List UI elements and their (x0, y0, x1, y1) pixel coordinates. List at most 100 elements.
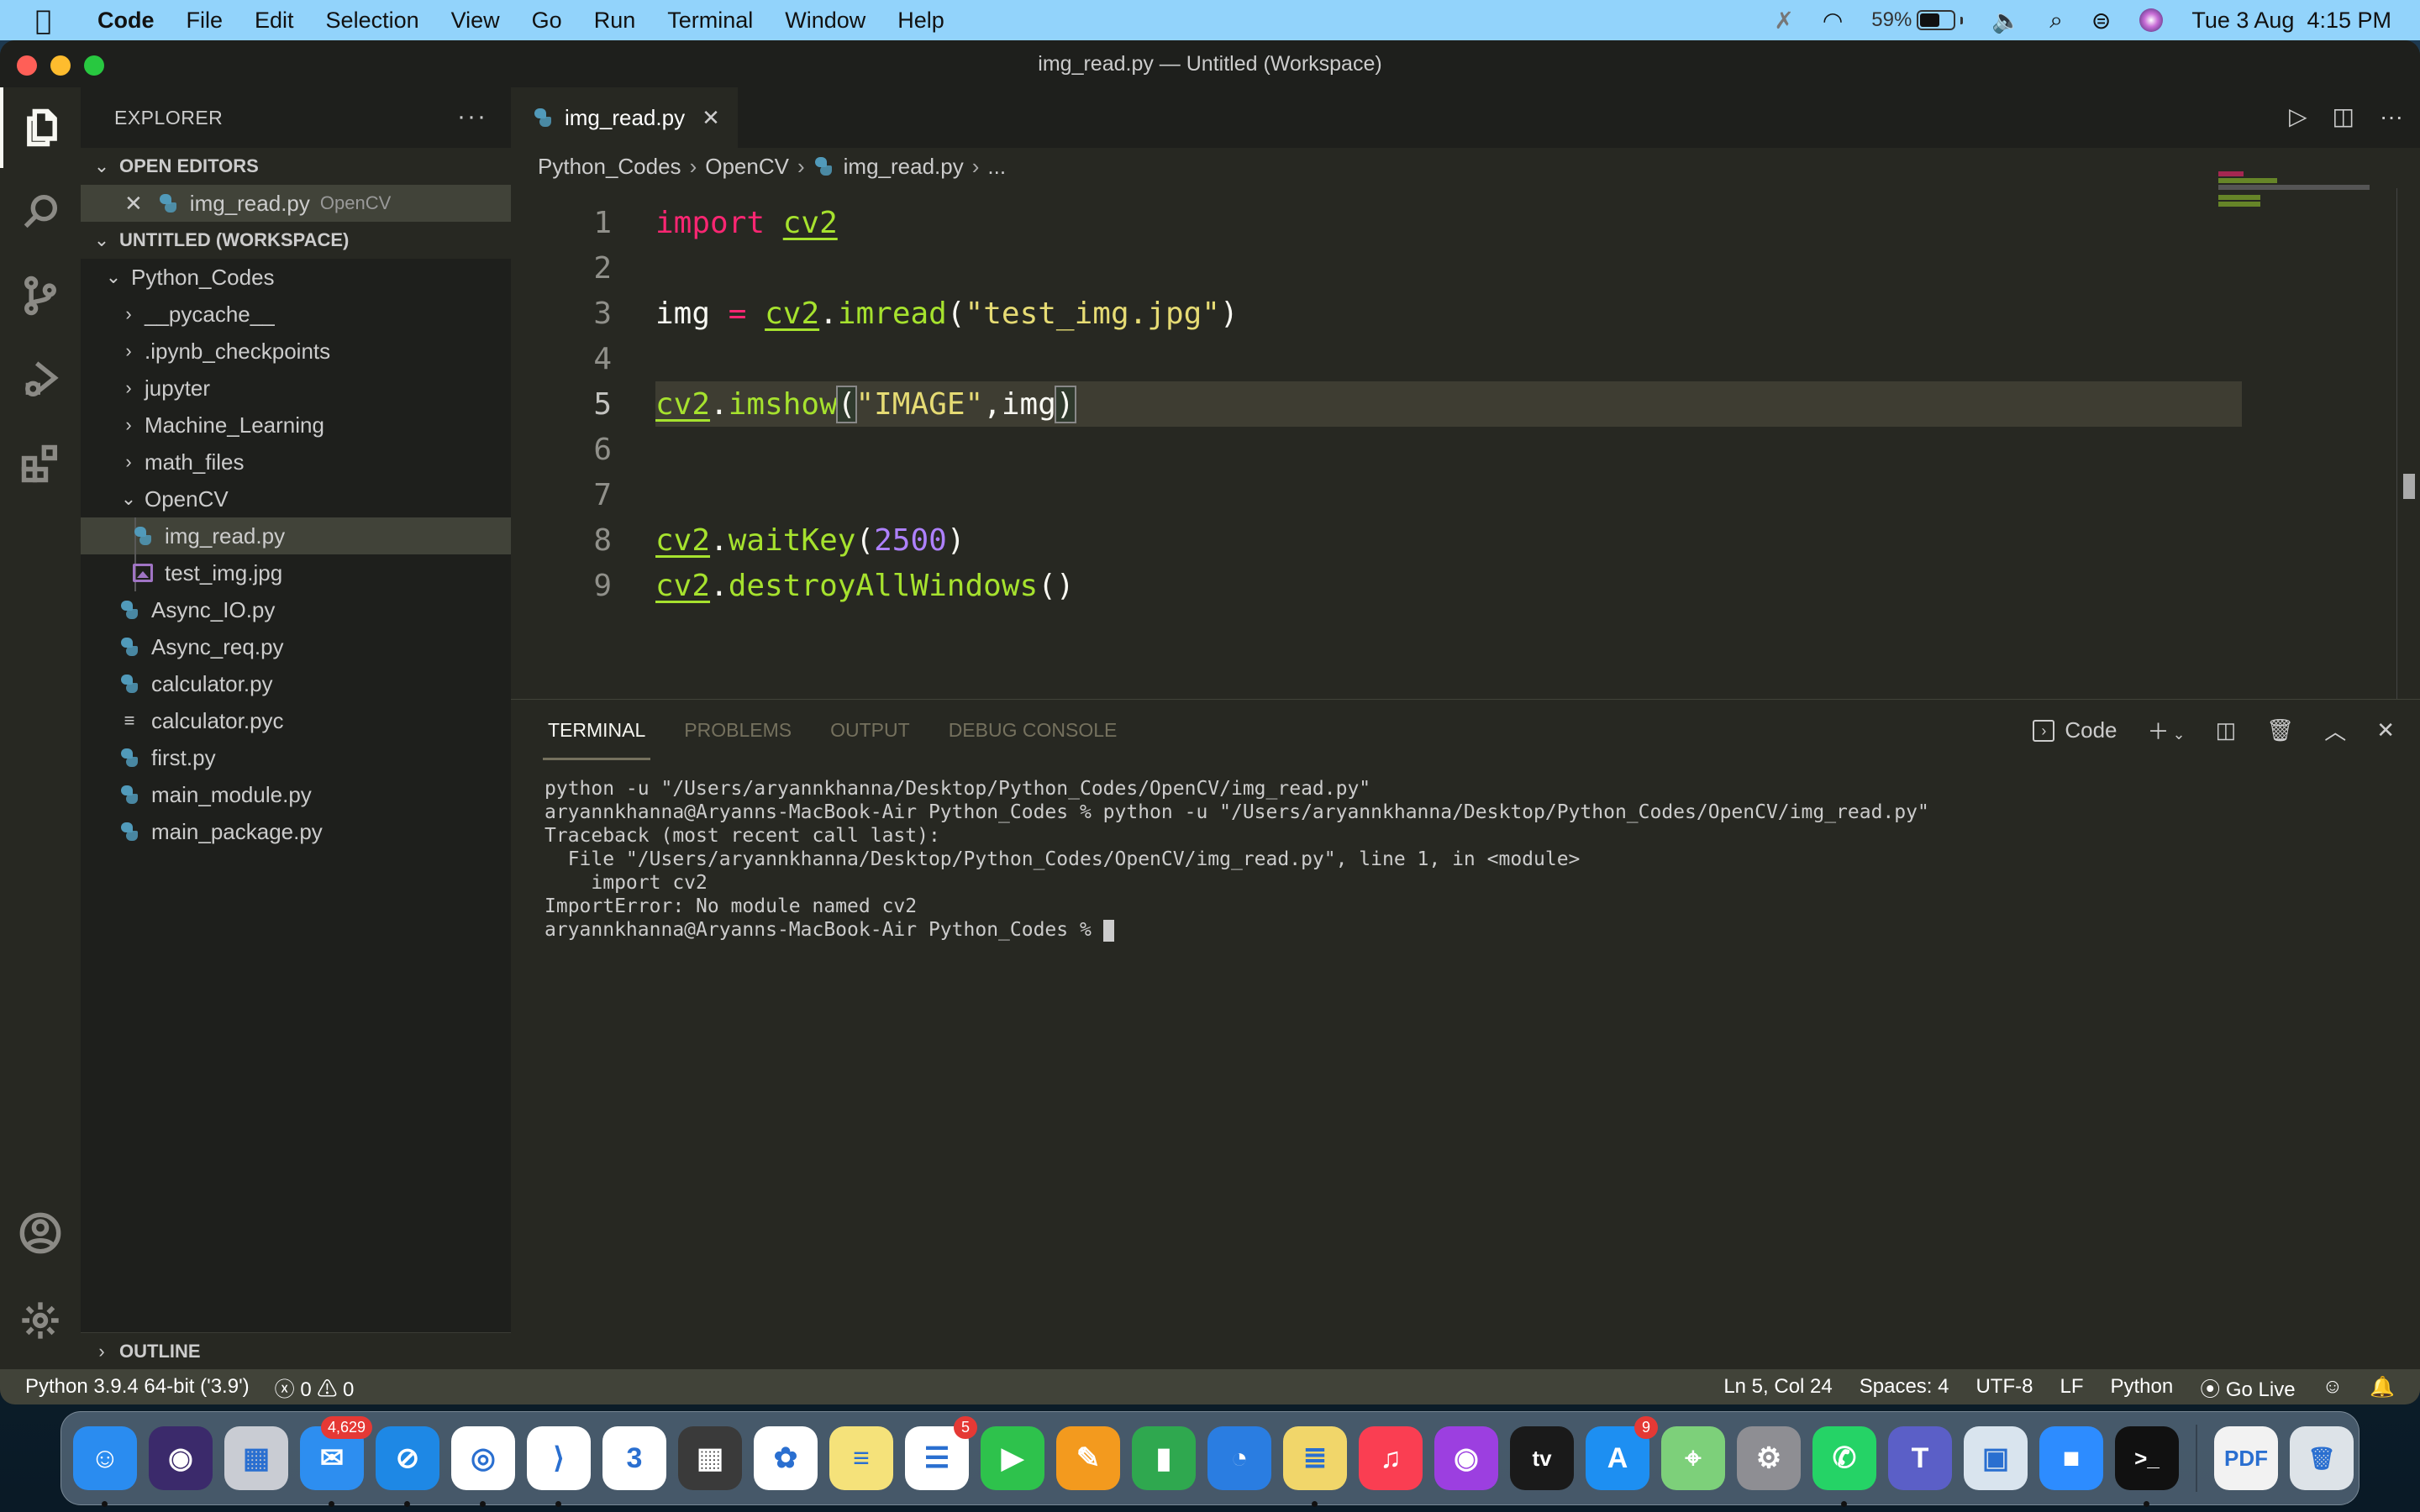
dock-app-mail[interactable]: ✉ 4,629 (300, 1416, 372, 1507)
tree-folder[interactable]: › jupyter (81, 370, 511, 407)
dock-app-podcasts[interactable]: ◉ (1434, 1426, 1498, 1490)
spotlight-search-icon[interactable]: ⌕ (2049, 7, 2063, 34)
breadcrumb-item[interactable]: ... (987, 154, 1006, 180)
tab-debug-console[interactable]: DEBUG CONSOLE (949, 719, 1118, 742)
more-actions-icon[interactable]: ··· (457, 102, 487, 131)
tab-terminal[interactable]: TERMINAL (542, 719, 651, 760)
menu-view[interactable]: View (451, 8, 500, 34)
tree-folder[interactable]: › .ipynb_checkpoints (81, 333, 511, 370)
new-terminal-icon[interactable]: ＋ ⌄ (2147, 715, 2185, 746)
dock-app-app-store[interactable]: A9 (1586, 1416, 1658, 1490)
overview-ruler[interactable] (2396, 188, 2420, 701)
tree-file[interactable]: calculator.py (81, 665, 511, 702)
dock-app-visual-studio-code[interactable]: ⟩ (527, 1426, 591, 1507)
dock-app-photos[interactable]: ✿ (754, 1426, 818, 1490)
minimize-window-button[interactable] (50, 55, 71, 76)
tree-file-selected[interactable]: img_read.py (81, 517, 511, 554)
notifications-bell-icon[interactable]: 🔔 (2370, 1375, 2395, 1399)
tree-file[interactable]: Async_req.py (81, 628, 511, 665)
dock-app-pages[interactable]: ✎ (1056, 1426, 1120, 1490)
dock-app-stickies[interactable]: ≣ (1283, 1426, 1347, 1507)
dock-app-system-preferences[interactable]: ⚙ (1737, 1426, 1801, 1490)
control-center-icon[interactable]: ⊜ (2091, 7, 2111, 34)
dock-app-music[interactable]: ♫ (1359, 1426, 1423, 1490)
close-window-button[interactable] (17, 55, 37, 76)
tab-output[interactable]: OUTPUT (830, 719, 910, 742)
bluetooth-off-icon[interactable]: ✗ (1774, 7, 1793, 34)
go-live-button[interactable]: ⦿ Go Live (2200, 1373, 2295, 1402)
encoding[interactable]: UTF-8 (1975, 1375, 2033, 1399)
menu-app-code[interactable]: Code (97, 8, 155, 34)
tree-folder-python-codes[interactable]: ⌄ Python_Codes (81, 259, 511, 296)
run-file-icon[interactable]: ▷ (2289, 102, 2307, 130)
minimap[interactable] (2218, 171, 2370, 207)
more-actions-icon[interactable]: ··· (2380, 103, 2403, 130)
dock-app-terminal[interactable]: >_ (2115, 1426, 2179, 1507)
terminal-shell-selector[interactable]: › Code (2033, 717, 2117, 743)
language-mode[interactable]: Python (2110, 1375, 2173, 1399)
python-interpreter[interactable]: Python 3.9.4 64-bit ('3.9') (25, 1375, 250, 1399)
activity-explorer[interactable] (0, 87, 81, 168)
activity-extensions[interactable] (0, 423, 81, 504)
dock-app-calendar[interactable]: 3 (602, 1426, 666, 1490)
tree-folder-opencv[interactable]: ⌄ OpenCV (81, 480, 511, 517)
dock-app-finder[interactable]: ☺ (73, 1426, 137, 1507)
tab-img-read[interactable]: img_read.py ✕ (511, 87, 738, 148)
tab-problems[interactable]: PROBLEMS (684, 719, 792, 742)
cursor-position[interactable]: Ln 5, Col 24 (1723, 1375, 1832, 1399)
menu-run[interactable]: Run (594, 8, 636, 34)
problems-indicator[interactable]: ⓧ 0 ⚠ 0 (275, 1373, 355, 1402)
feedback-icon[interactable]: ☺ (2323, 1375, 2344, 1399)
terminal-output[interactable]: python -u "/Users/aryannkhanna/Desktop/P… (544, 777, 1929, 942)
dock-app-pdf-document[interactable]: PDF (2214, 1426, 2278, 1490)
dock-app-numbers[interactable]: ▮ (1132, 1426, 1196, 1490)
menu-clock[interactable]: Tue 3 Aug 4:15 PM (2191, 8, 2391, 34)
activity-run-debug[interactable] (0, 339, 81, 420)
tree-folder[interactable]: › Machine_Learning (81, 407, 511, 444)
dock-app-preview[interactable]: ▣ (1964, 1426, 2028, 1490)
activity-source-control[interactable] (0, 255, 81, 336)
close-tab-icon[interactable]: ✕ (702, 105, 720, 131)
apple-menu-icon[interactable]:  (35, 4, 72, 36)
kill-terminal-trash-icon[interactable]: 🗑 (2266, 717, 2294, 743)
split-terminal-icon[interactable]: ◫ (2216, 717, 2237, 743)
dock-app-trash[interactable]: 🗑 (2290, 1426, 2354, 1490)
activity-accounts[interactable] (0, 1193, 81, 1273)
menu-selection[interactable]: Selection (326, 8, 419, 34)
maximize-panel-chevron-up-icon[interactable]: ︿ (2324, 715, 2346, 746)
dock-app-whatsapp[interactable]: ✆ (1812, 1426, 1876, 1507)
dock-app-tv[interactable]: tv (1510, 1426, 1574, 1490)
activity-manage[interactable] (0, 1280, 81, 1361)
maximize-window-button[interactable] (84, 55, 104, 76)
tree-file[interactable]: first.py (81, 739, 511, 776)
scrollbar-thumb[interactable] (2403, 474, 2415, 499)
breadcrumb-item[interactable]: Python_Codes (538, 154, 681, 180)
tree-folder[interactable]: › math_files (81, 444, 511, 480)
menu-go[interactable]: Go (532, 8, 562, 34)
dock-app-microsoft-teams[interactable]: T (1888, 1426, 1952, 1490)
tree-folder[interactable]: › __pycache__ (81, 296, 511, 333)
close-panel-icon[interactable]: ✕ (2376, 717, 2395, 743)
siri-icon[interactable] (2139, 8, 2164, 32)
tree-file[interactable]: ≡ calculator.pyc (81, 702, 511, 739)
dock-app-reminders[interactable]: ☰ 5 (905, 1416, 977, 1490)
dock-app-safari[interactable]: ⊘ (376, 1426, 439, 1507)
dock-app-notes[interactable]: ≡ (829, 1426, 893, 1490)
menu-terminal[interactable]: Terminal (667, 8, 753, 34)
dock-app-maps[interactable]: ⌖ (1661, 1426, 1725, 1490)
dock-app-chrome[interactable]: ◎ (451, 1426, 515, 1507)
dock-app-keynote[interactable]: ◔ (1207, 1426, 1271, 1490)
line-ending[interactable]: LF (2060, 1375, 2083, 1399)
outline-section[interactable]: › OUTLINE (81, 1332, 511, 1369)
activity-search[interactable] (0, 171, 81, 252)
battery-status[interactable]: 59% (1871, 8, 1964, 32)
indentation[interactable]: Spaces: 4 (1860, 1375, 1949, 1399)
dock-app-zoom[interactable]: ■ (2039, 1426, 2103, 1490)
menu-file[interactable]: File (187, 8, 224, 34)
close-icon[interactable]: ✕ (124, 191, 143, 217)
dock-app-launchpad[interactable]: ▦ (224, 1426, 288, 1490)
open-editors-section[interactable]: ⌄ OPEN EDITORS (81, 148, 511, 185)
menu-window[interactable]: Window (785, 8, 865, 34)
dock-app-calculator[interactable]: ▦ (678, 1426, 742, 1490)
split-editor-icon[interactable]: ◫ (2333, 102, 2354, 130)
